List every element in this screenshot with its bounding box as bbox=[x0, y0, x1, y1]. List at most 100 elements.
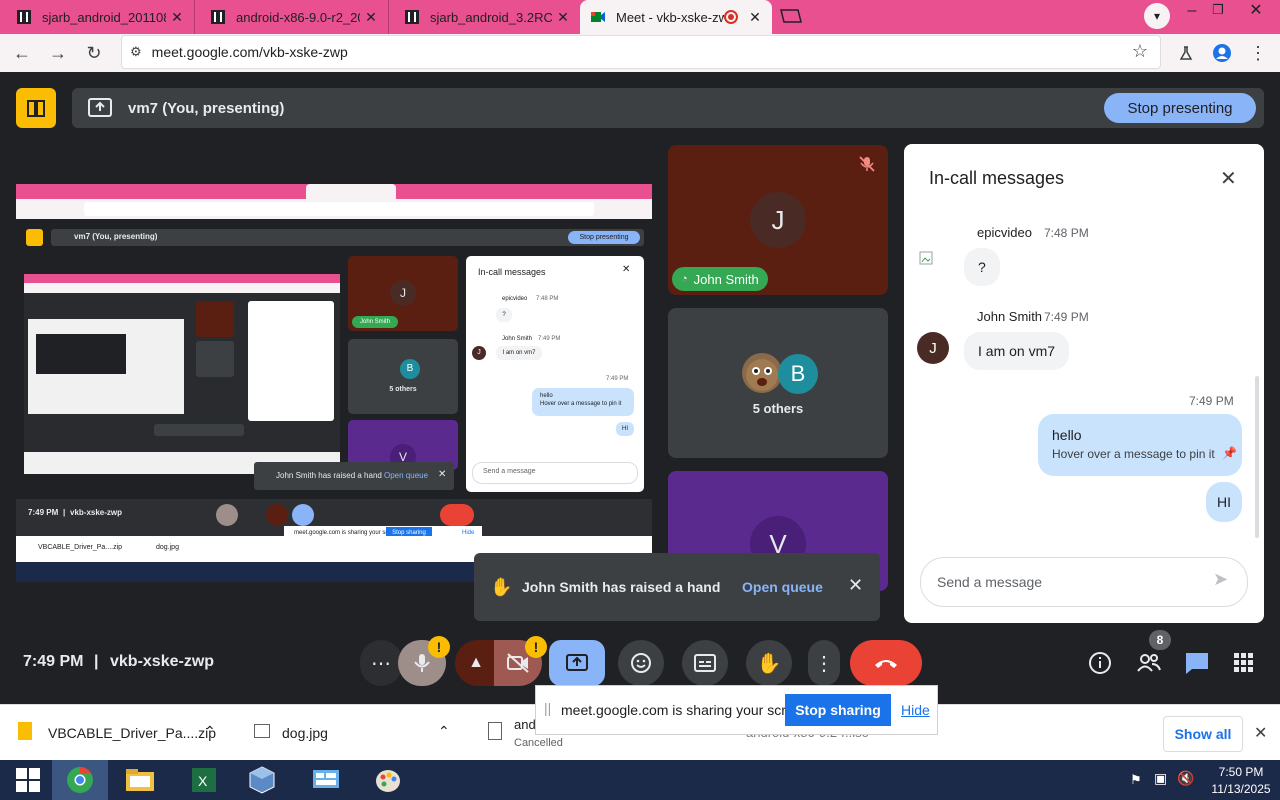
chat-close-icon[interactable]: ✕ bbox=[1220, 166, 1237, 191]
own-message-bubble[interactable]: hello Hover over a message to pin it 📌 bbox=[1038, 414, 1242, 476]
captions-button[interactable] bbox=[682, 640, 728, 686]
show-all-button[interactable]: Show all bbox=[1163, 716, 1243, 752]
mini-active-tab bbox=[306, 184, 396, 199]
url-text: meet.google.com/vkb-xske-zwp bbox=[151, 44, 348, 60]
close-downloads-icon[interactable]: ✕ bbox=[1254, 723, 1267, 743]
chat-scrollbar[interactable] bbox=[1255, 376, 1259, 538]
taskbar-paint[interactable] bbox=[360, 760, 416, 800]
control-panel-icon bbox=[313, 770, 339, 788]
start-button[interactable] bbox=[0, 760, 56, 800]
tab-close-icon[interactable]: ✕ bbox=[166, 9, 188, 26]
present-now-button[interactable] bbox=[549, 640, 605, 686]
cat-avatar-icon bbox=[742, 353, 782, 393]
mini-time: 7:49 PM bbox=[28, 508, 59, 517]
mini-own-msg: hello Hover over a message to pin it bbox=[532, 388, 634, 416]
open-queue-button[interactable]: Open queue bbox=[742, 579, 823, 595]
message-bubble[interactable]: ? bbox=[964, 248, 1000, 286]
download-item[interactable]: and Cancelled bbox=[470, 705, 563, 761]
download-item[interactable]: VBCABLE_Driver_Pa....zip ⌃ bbox=[0, 705, 230, 761]
close-window-icon[interactable]: ✕ bbox=[1244, 0, 1268, 20]
mini-address-bar bbox=[84, 202, 594, 216]
browser-menu-icon[interactable]: ⋮ bbox=[1242, 34, 1274, 72]
browser-tab[interactable]: sjarb_android_3.2RC2 d ✕ bbox=[388, 0, 580, 34]
reactions-button[interactable] bbox=[618, 640, 664, 686]
participant-avatar: B bbox=[778, 354, 818, 394]
stop-sharing-button[interactable]: Stop sharing bbox=[785, 694, 891, 726]
page-favicon-icon bbox=[16, 9, 32, 25]
download-chevron-icon[interactable]: ⌃ bbox=[438, 723, 450, 740]
nested-tile bbox=[196, 341, 234, 377]
taskbar-virtualbox[interactable] bbox=[234, 760, 290, 800]
recording-indicator-icon bbox=[724, 10, 738, 24]
camera-warning-icon[interactable]: ! bbox=[525, 636, 547, 658]
activities-grid-icon[interactable] bbox=[1234, 653, 1254, 678]
tab-search-chevron-icon[interactable]: ▾ bbox=[1144, 3, 1170, 29]
volume-muted-tray-icon[interactable]: 🔇 bbox=[1177, 770, 1194, 787]
taskbar-chrome[interactable] bbox=[52, 760, 108, 800]
browser-tab-active[interactable]: Meet - vkb-xske-zwp ✕ bbox=[580, 0, 772, 34]
forward-icon[interactable]: → bbox=[42, 34, 74, 72]
own-message-text: hello bbox=[1052, 427, 1082, 443]
mini-avatar: B bbox=[400, 359, 420, 379]
mini-own-msg: HI bbox=[616, 422, 634, 436]
profile-avatar-icon[interactable] bbox=[1206, 34, 1238, 72]
nested-chat bbox=[248, 301, 334, 421]
hide-banner-link[interactable]: Hide bbox=[901, 702, 930, 718]
address-bar[interactable]: ⚙ meet.google.com/vkb-xske-zwp ☆ bbox=[121, 35, 1161, 69]
drag-handle-icon[interactable]: || bbox=[544, 700, 551, 716]
stop-presenting-button[interactable]: Stop presenting bbox=[1104, 93, 1256, 123]
mini-msg: ? bbox=[496, 308, 512, 322]
pin-hint-text: Hover over a message to pin it bbox=[1052, 447, 1215, 461]
flag-tray-icon[interactable]: ⚑ bbox=[1130, 772, 1142, 788]
raise-hand-button[interactable]: ✋ bbox=[746, 640, 792, 686]
present-screen-icon bbox=[566, 654, 588, 671]
tab-close-icon[interactable]: ✕ bbox=[552, 9, 574, 26]
network-tray-icon[interactable]: ▣ bbox=[1154, 770, 1167, 787]
restore-icon[interactable]: ❐ bbox=[1208, 2, 1228, 22]
more-options-icon[interactable]: ⋮ bbox=[808, 640, 840, 686]
browser-tab[interactable]: android-x86-9.0-r2_202 ✕ bbox=[194, 0, 389, 34]
meeting-separator: | bbox=[94, 653, 99, 670]
send-icon[interactable]: ➤ bbox=[1213, 569, 1228, 590]
camera-options-chevron-icon[interactable]: ▲ bbox=[455, 640, 497, 686]
site-settings-icon[interactable]: ⚙ bbox=[130, 44, 142, 60]
labs-flask-icon[interactable] bbox=[1170, 34, 1202, 72]
download-chevron-icon[interactable]: ⌃ bbox=[204, 723, 216, 740]
message-bubble[interactable]: I am on vm7 bbox=[964, 332, 1070, 370]
more-options-left-icon[interactable]: ⋯ bbox=[360, 640, 402, 686]
windows-logo-icon bbox=[16, 768, 40, 792]
tab-title: android-x86-9.0-r2_202 bbox=[236, 9, 360, 25]
tab-close-icon[interactable]: ✕ bbox=[360, 9, 382, 26]
participant-tile-john[interactable]: J ◔ John Smith bbox=[668, 145, 888, 295]
reload-icon[interactable]: ↻ bbox=[78, 34, 110, 72]
leave-call-button[interactable] bbox=[850, 640, 922, 686]
participant-tile-others[interactable]: B 5 others bbox=[668, 308, 888, 458]
taskbar-excel[interactable]: X bbox=[176, 760, 232, 800]
browser-tab[interactable]: sjarb_android_20110823 ✕ bbox=[0, 0, 195, 34]
people-count-badge: 8 bbox=[1149, 630, 1171, 650]
pin-icon[interactable]: 📌 bbox=[1222, 446, 1237, 460]
mini-tile-others: B 5 others bbox=[348, 339, 458, 414]
minimize-icon[interactable]: – bbox=[1182, 2, 1202, 22]
download-item[interactable]: dog.jpg ⌃ bbox=[236, 705, 466, 761]
clock[interactable]: 7:50 PM 11/13/2025 bbox=[1206, 765, 1276, 796]
people-icon[interactable] bbox=[1136, 651, 1162, 680]
chat-input-placeholder: Send a message bbox=[937, 574, 1043, 590]
chat-icon[interactable] bbox=[1184, 651, 1210, 680]
chat-message-input[interactable]: Send a message ➤ bbox=[920, 557, 1248, 607]
taskbar-control-panel[interactable] bbox=[298, 760, 354, 800]
back-icon[interactable]: ← bbox=[6, 34, 38, 72]
tab-title: Meet - vkb-xske-zwp bbox=[616, 9, 724, 25]
present-screen-icon bbox=[88, 97, 112, 124]
toast-text: John Smith has raised a hand bbox=[522, 579, 721, 595]
meeting-info-icon[interactable] bbox=[1088, 651, 1112, 680]
taskbar-explorer[interactable] bbox=[112, 760, 168, 800]
tab-close-icon[interactable]: ✕ bbox=[744, 9, 766, 26]
bookmark-star-icon[interactable]: ☆ bbox=[1132, 41, 1148, 62]
own-message-bubble[interactable]: HI bbox=[1206, 482, 1242, 522]
toast-close-icon[interactable]: ✕ bbox=[848, 575, 863, 596]
mic-warning-icon[interactable]: ! bbox=[428, 636, 450, 658]
mini-meet-logo-icon bbox=[26, 229, 43, 246]
new-tab-icon[interactable] bbox=[778, 9, 802, 23]
mini-msg: I am on vm7 bbox=[496, 346, 542, 360]
